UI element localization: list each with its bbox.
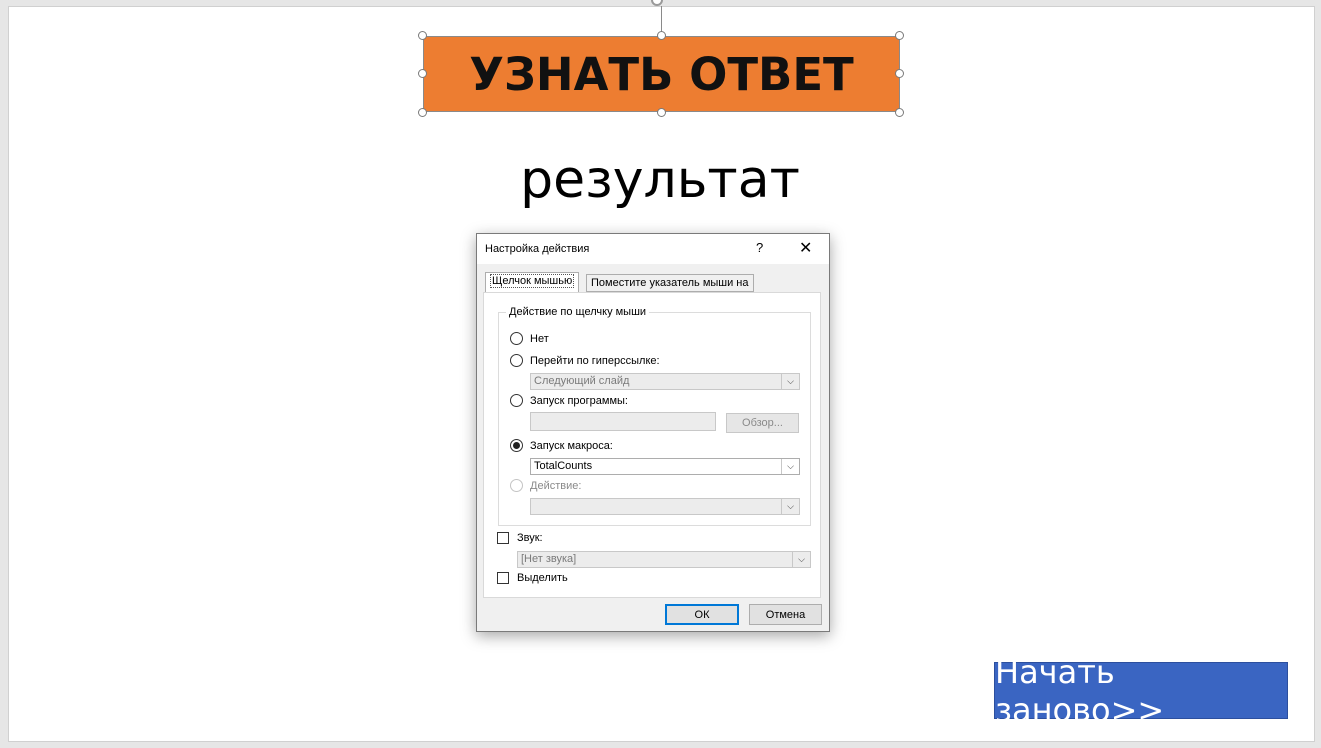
radio-none-label: Нет [530, 333, 549, 345]
sound-select[interactable]: [Нет звука] ⌵ [517, 551, 811, 568]
click-action-group: Действие по щелчку мыши Нет Перейти по г… [498, 306, 811, 526]
sound-label: Звук: [517, 532, 543, 544]
highlight-checkbox[interactable] [497, 572, 509, 584]
ok-button[interactable]: ОК [665, 604, 739, 625]
sound-select-value: [Нет звука] [521, 553, 577, 565]
answer-shape-button[interactable]: УЗНАТЬ ОТВЕТ [423, 36, 900, 112]
hyperlink-select[interactable]: Следующий слайд ⌵ [530, 373, 800, 390]
restart-button[interactable]: Начать заново>> [994, 653, 1288, 729]
browse-button[interactable]: Обзор... [726, 413, 799, 433]
chevron-down-icon: ⌵ [781, 374, 799, 389]
radio-run-program-label: Запуск программы: [530, 395, 628, 407]
resize-handle-left[interactable] [418, 69, 427, 78]
chevron-down-icon: ⌵ [792, 552, 810, 567]
resize-handle-bottom-right[interactable] [895, 108, 904, 117]
tab-mouse-click[interactable]: Щелчок мышью [485, 272, 580, 292]
resize-handle-top[interactable] [657, 31, 666, 40]
sound-checkbox[interactable] [497, 532, 509, 544]
object-action-select[interactable]: ⌵ [530, 498, 800, 515]
chevron-down-icon: ⌵ [781, 499, 799, 514]
radio-hyperlink-label: Перейти по гиперссылке: [530, 355, 660, 367]
radio-object-action[interactable] [510, 479, 523, 492]
radio-run-program[interactable] [510, 394, 523, 407]
radio-run-macro[interactable] [510, 439, 523, 452]
dialog-title: Настройка действия [485, 243, 590, 255]
result-text: результат [520, 150, 800, 210]
resize-handle-bottom-left[interactable] [418, 108, 427, 117]
resize-handle-top-right[interactable] [895, 31, 904, 40]
resize-handle-right[interactable] [895, 69, 904, 78]
program-path-input[interactable] [530, 412, 716, 431]
group-label: Действие по щелчку мыши [506, 306, 650, 318]
radio-run-macro-label: Запуск макроса: [530, 440, 613, 452]
hyperlink-select-value: Следующий слайд [534, 375, 630, 387]
tab-mouse-click-label: Щелчок мышью [490, 274, 575, 288]
resize-handle-bottom[interactable] [657, 108, 666, 117]
action-settings-dialog: Настройка действия ? ✕ Щелчок мышью Поме… [476, 233, 830, 632]
help-icon[interactable]: ? [756, 240, 763, 255]
macro-select-value: TotalCounts [534, 460, 593, 472]
resize-handle-top-left[interactable] [418, 31, 427, 40]
tab-panel: Действие по щелчку мыши Нет Перейти по г… [483, 292, 821, 598]
close-icon[interactable]: ✕ [799, 238, 812, 258]
tab-mouse-over[interactable]: Поместите указатель мыши на [586, 274, 754, 292]
macro-select[interactable]: TotalCounts ⌵ [530, 458, 800, 475]
rotation-line [661, 6, 662, 33]
cancel-button[interactable]: Отмена [749, 604, 822, 625]
radio-hyperlink[interactable] [510, 354, 523, 367]
radio-none[interactable] [510, 332, 523, 345]
dialog-titlebar: Настройка действия ? ✕ [477, 234, 829, 264]
radio-object-action-label: Действие: [530, 480, 582, 492]
chevron-down-icon: ⌵ [781, 459, 799, 474]
highlight-label: Выделить [517, 572, 568, 584]
